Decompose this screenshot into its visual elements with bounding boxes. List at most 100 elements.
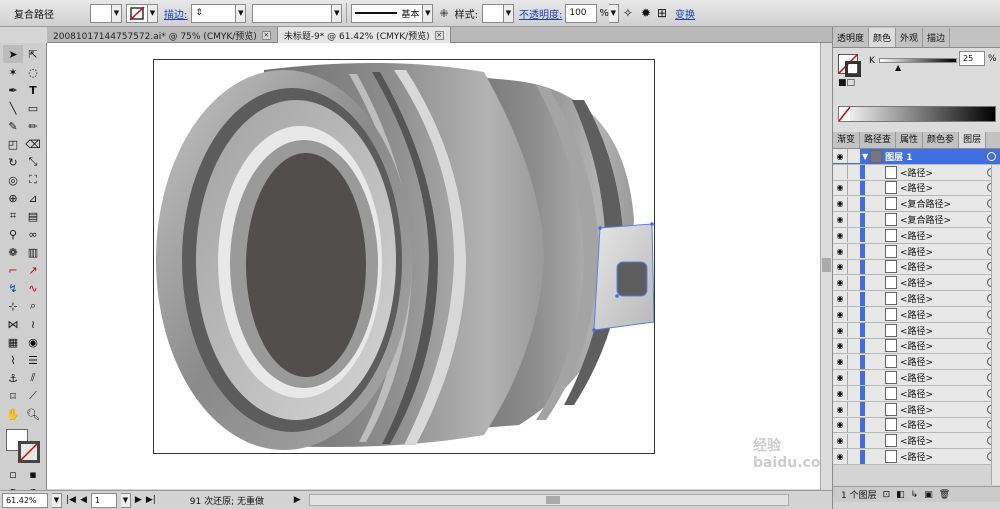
paintbrush-tool-icon[interactable]: ✎ — [3, 117, 23, 135]
lock-toggle[interactable] — [847, 354, 860, 369]
layer-row[interactable]: ◉ ▼ 图层 1 — [833, 149, 1000, 165]
layer-item-row[interactable]: ◉ <路径> — [833, 449, 1000, 465]
item-name[interactable]: <路径> — [900, 339, 987, 352]
lock-toggle[interactable] — [847, 323, 860, 338]
fill-stroke-widget[interactable] — [3, 427, 43, 465]
opacity-dropdown[interactable]: ▼ — [608, 3, 619, 23]
line-tool-icon[interactable]: ╲ — [3, 99, 23, 117]
close-icon[interactable]: × — [261, 30, 271, 40]
lock-toggle[interactable] — [847, 449, 860, 464]
item-name[interactable]: <路径> — [900, 260, 987, 273]
layer-item-row[interactable]: ◉ <路径> — [833, 322, 1000, 339]
item-name[interactable]: <路径> — [900, 245, 987, 258]
smooth-tool-icon[interactable]: ⫽ — [23, 369, 43, 387]
stroke-weight-dropdown[interactable]: ▼ — [236, 3, 247, 23]
recolor-icon[interactable]: ✧ — [623, 6, 633, 20]
blob-brush-tool-icon[interactable]: ◰ — [3, 135, 23, 153]
visibility-eye-icon[interactable]: ◉ — [833, 276, 847, 290]
visibility-eye-icon[interactable]: ◉ — [833, 149, 847, 164]
magnifier-icon[interactable]: 🔍︎ — [23, 405, 43, 423]
stroke-swatch[interactable] — [126, 3, 148, 23]
make-clipping-mask-icon[interactable]: ◧ — [896, 490, 905, 500]
k-slider-thumb[interactable]: ▲ — [895, 63, 901, 72]
variable-width-dropdown[interactable]: ▼ — [332, 3, 343, 23]
k-slider[interactable] — [879, 58, 957, 63]
reshape-tool-icon[interactable]: ⌇ — [3, 351, 23, 369]
stroke-dropdown[interactable]: ▼ — [148, 3, 158, 23]
measure-tool-icon[interactable]: ⟋ — [23, 387, 43, 405]
tab-transparency[interactable]: 透明度 — [833, 28, 870, 47]
symbol-sprayer-tool-icon[interactable]: ❁ — [3, 243, 23, 261]
item-name[interactable]: <路径> — [900, 308, 987, 321]
rectangle-tool-icon[interactable]: ▭ — [23, 99, 43, 117]
layer-item-row[interactable]: ◉ <路径> — [833, 243, 1000, 260]
layer-item-row[interactable]: ◉ <路径> — [833, 370, 1000, 386]
eyedropper-tool-icon[interactable]: ⚲ — [3, 225, 23, 243]
lock-toggle[interactable] — [847, 196, 860, 211]
lock-toggle[interactable] — [847, 149, 860, 164]
page-dropdown[interactable]: ▼ — [120, 492, 131, 508]
item-name[interactable]: <复合路径> — [900, 197, 987, 210]
variable-width-field[interactable] — [252, 3, 333, 23]
tab-color[interactable]: 颜色 — [869, 28, 897, 47]
vertical-scrollbar[interactable] — [820, 43, 832, 490]
visibility-eye-icon[interactable]: ◉ — [833, 323, 847, 337]
stroke-weight-field[interactable]: ⇕ — [191, 3, 237, 23]
magic-wand-tool-icon[interactable]: ✶ — [3, 63, 23, 81]
artboard[interactable] — [153, 59, 655, 454]
item-name[interactable]: <路径> — [900, 418, 987, 431]
lock-toggle[interactable] — [847, 338, 860, 353]
layer-name[interactable]: 图层 1 — [885, 150, 987, 163]
direct-selection-tool-icon[interactable]: ⇱ — [23, 45, 43, 63]
tab-document-2[interactable]: 未标题-9* @ 61.42% (CMYK/预览) × — [277, 27, 451, 43]
tab-appearance[interactable]: 外观 — [896, 28, 924, 47]
visibility-eye-icon[interactable]: ◉ — [833, 371, 847, 385]
align-icon[interactable]: ⁜ — [439, 7, 448, 20]
visibility-eye-icon[interactable]: ◉ — [833, 228, 847, 242]
style-swatch[interactable] — [481, 3, 504, 23]
close-icon[interactable]: × — [434, 30, 444, 40]
visibility-eye-icon[interactable]: ◉ — [833, 355, 847, 369]
opacity-link[interactable]: 不透明度: — [519, 6, 562, 21]
align-tool-icon[interactable]: ☰ — [23, 351, 43, 369]
puppet-tool-icon[interactable]: ◉ — [23, 333, 43, 351]
color-stroke-swatch[interactable] — [845, 61, 861, 77]
layer-item-row[interactable]: ◉ <路径> — [833, 401, 1000, 418]
lock-toggle[interactable] — [847, 433, 860, 448]
tab-stroke[interactable]: 描边 — [923, 28, 951, 47]
page-field[interactable]: 1 — [90, 492, 117, 508]
visibility-eye-icon[interactable]: ◉ — [833, 418, 847, 432]
expand-arrow-icon[interactable]: ▼ — [862, 152, 868, 161]
layer-item-row[interactable]: ◉ <路径> — [833, 385, 1000, 402]
tab-document-1[interactable]: 20081017144757572.ai* @ 75% (CMYK/预览) × — [47, 27, 278, 43]
canvas-area[interactable]: 经验 baidu.com — [47, 43, 835, 489]
layers-scrollbar[interactable] — [991, 165, 1000, 485]
crop-area-tool-icon[interactable]: ⋈ — [3, 315, 23, 333]
lock-toggle[interactable] — [847, 307, 860, 322]
perspective-grid-tool-icon[interactable]: ⊿ — [23, 189, 43, 207]
item-name[interactable]: <路径> — [900, 403, 987, 416]
layer-item-row[interactable]: ◉ <路径> — [833, 417, 1000, 434]
visibility-eye-icon[interactable]: ◉ — [833, 450, 847, 464]
new-layer-icon[interactable]: ▣ — [924, 490, 933, 500]
item-name[interactable]: <路径> — [900, 434, 987, 447]
scroll-thumb[interactable] — [822, 258, 831, 272]
layer-item-row[interactable]: ◉ <路径> — [833, 433, 1000, 450]
layer-item-row[interactable]: ◉ <路径> — [833, 227, 1000, 244]
transform-link[interactable]: 变换 — [675, 6, 695, 21]
layer-item-row[interactable]: ◉ <路径> — [833, 259, 1000, 276]
k-value-field[interactable]: 25 — [959, 51, 985, 66]
lock-toggle[interactable] — [847, 212, 860, 227]
eraser-tool-icon[interactable]: ⌫ — [23, 135, 43, 153]
lock-toggle[interactable] — [847, 259, 860, 274]
delete-layer-icon[interactable]: 🗑︎ — [939, 490, 950, 500]
rotate-tool-icon[interactable]: ↻ — [3, 153, 23, 171]
pen-tool-icon[interactable]: ✒ — [3, 81, 23, 99]
item-name[interactable]: <路径> — [900, 276, 987, 289]
lock-toggle[interactable] — [847, 244, 860, 259]
item-name[interactable]: <路径> — [900, 292, 987, 305]
width-tool-icon[interactable]: ≀ — [23, 315, 43, 333]
layer-item-row[interactable]: ◉ <路径> — [833, 291, 1000, 307]
style-dropdown[interactable]: ▼ — [503, 3, 514, 23]
item-name[interactable]: <路径> — [900, 450, 987, 463]
